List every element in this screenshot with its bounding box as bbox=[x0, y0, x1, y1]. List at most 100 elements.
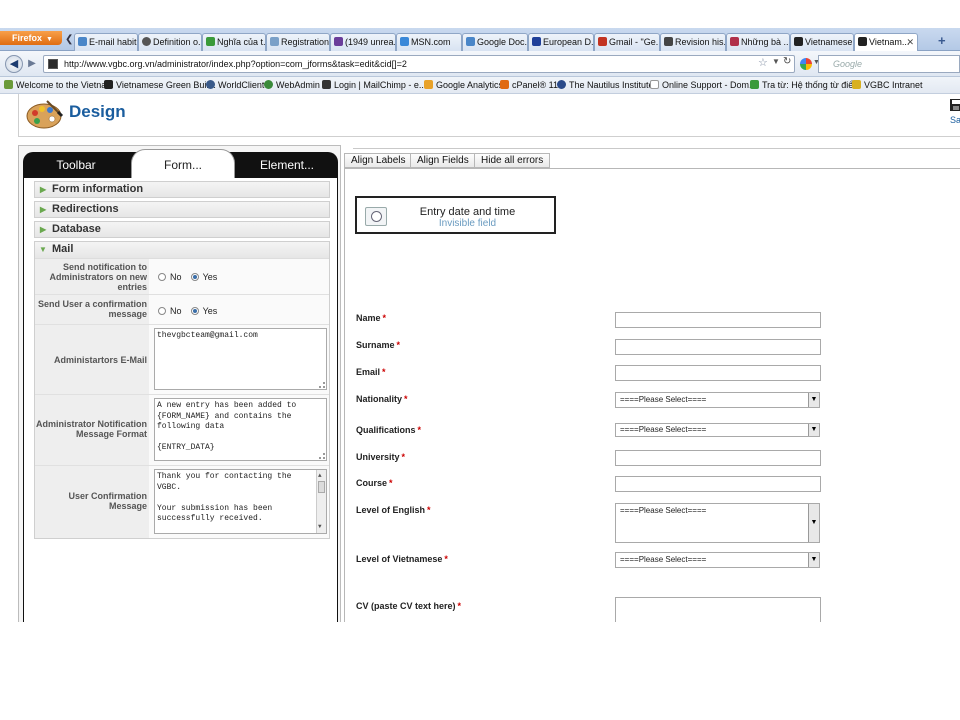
chevron-down-icon[interactable]: ▼ bbox=[808, 424, 819, 436]
cv-textarea[interactable] bbox=[615, 597, 821, 622]
chevron-down-icon[interactable]: ▼ bbox=[808, 553, 819, 567]
textarea-scrollbar[interactable]: ▲ ▼ bbox=[316, 470, 326, 533]
user-confirmation-textarea[interactable]: Thank you for contacting the VGBC. Your … bbox=[154, 469, 327, 534]
level-vietnamese-select[interactable]: ====Please Select==== ▼ bbox=[615, 552, 820, 568]
bookmark-item[interactable]: WorldClient bbox=[206, 79, 264, 91]
required-marker: * bbox=[389, 478, 393, 488]
bookmark-item[interactable]: The Nautilus Institute bbox=[557, 79, 654, 91]
navigation-toolbar: ◀ ▶ http://www.vgbc.org.vn/administrator… bbox=[0, 51, 960, 77]
chevron-down-icon[interactable]: ▼ bbox=[772, 57, 780, 66]
new-tab-icon[interactable]: + bbox=[938, 33, 946, 48]
save-icon[interactable] bbox=[949, 98, 960, 112]
browser-tab-active[interactable]: Vietnam... ✕ bbox=[854, 33, 918, 52]
bookmark-item[interactable]: cPanel® 11 bbox=[500, 79, 558, 91]
tab-toolbar[interactable]: Toolbar bbox=[23, 152, 129, 178]
surname-input[interactable] bbox=[615, 339, 821, 355]
button-label: Align Fields bbox=[417, 155, 469, 166]
accordion-redirections[interactable]: ▶ Redirections bbox=[34, 201, 330, 218]
bookmark-item[interactable]: Login | MailChimp - e... bbox=[322, 79, 426, 91]
site-identity-icon[interactable] bbox=[48, 59, 58, 69]
name-input[interactable] bbox=[615, 312, 821, 328]
tab-scroll-left-icon[interactable]: ❮ bbox=[65, 34, 73, 45]
admin-email-textarea[interactable]: thevgbcteam@gmail.com bbox=[154, 328, 327, 390]
field-label-text: Email bbox=[356, 367, 381, 377]
align-fields-button[interactable]: Align Fields bbox=[410, 153, 476, 168]
bookmark-favicon-icon bbox=[750, 80, 759, 89]
browser-tab[interactable]: Revision his... bbox=[660, 33, 726, 51]
qualifications-select[interactable]: ====Please Select==== ▼ bbox=[615, 423, 820, 437]
browser-tab[interactable]: E-mail habit... bbox=[74, 33, 138, 51]
bookmark-item[interactable]: Welcome to the Vietna... bbox=[4, 79, 114, 91]
chevron-down-icon[interactable]: ▼ bbox=[808, 393, 819, 407]
browser-tab[interactable]: Google Doc... bbox=[462, 33, 528, 51]
browser-tab[interactable]: Nghĩa của t... bbox=[202, 33, 266, 51]
form-preview-canvas: Entry date and time Invisible field Name… bbox=[344, 168, 960, 622]
email-input[interactable] bbox=[615, 365, 821, 381]
accordion-mail[interactable]: ▼ Mail bbox=[35, 242, 329, 259]
close-tab-icon[interactable]: ✕ bbox=[906, 34, 914, 50]
save-button-label[interactable]: Sa bbox=[950, 115, 960, 125]
level-english-select[interactable]: ====Please Select==== ▼ bbox=[615, 503, 820, 543]
form-properties-panel: Toolbar Form... Element... ▶ Form informa… bbox=[18, 145, 341, 622]
browser-tab[interactable]: Definition o... bbox=[138, 33, 202, 51]
bookmark-item[interactable]: Tra từ: Hệ thống từ điể... bbox=[750, 79, 861, 91]
nationality-select[interactable]: ====Please Select==== ▼ bbox=[615, 392, 820, 408]
bookmark-item[interactable]: Vietnamese Green Buil... bbox=[104, 79, 216, 91]
bookmark-item[interactable]: WebAdmin bbox=[264, 79, 320, 91]
resize-grip-icon[interactable] bbox=[319, 453, 325, 459]
divider bbox=[353, 148, 960, 149]
browser-tab[interactable]: Registration bbox=[266, 33, 330, 51]
scroll-up-icon[interactable]: ▲ bbox=[318, 471, 322, 482]
bookmark-star-icon[interactable]: ☆ bbox=[758, 56, 768, 69]
tab-element[interactable]: Element... bbox=[237, 152, 337, 178]
university-input[interactable] bbox=[615, 450, 821, 466]
reload-icon[interactable]: ↻ bbox=[783, 56, 791, 67]
entry-date-field-element[interactable]: Entry date and time Invisible field bbox=[355, 196, 556, 234]
field-label-text: Level of English bbox=[356, 505, 426, 515]
tab-label: European D... bbox=[543, 37, 594, 47]
bookmark-favicon-icon bbox=[322, 80, 331, 89]
browser-tab[interactable]: Gmail - "Ge... bbox=[594, 33, 660, 51]
align-labels-button[interactable]: Align Labels bbox=[344, 153, 413, 168]
firefox-menu-button[interactable]: Firefox ▼ bbox=[0, 31, 62, 45]
chevron-down-icon[interactable]: ▼ bbox=[808, 504, 819, 542]
bookmark-item[interactable]: VGBC Intranet bbox=[852, 79, 923, 91]
bookmark-item[interactable]: Google Analytics bbox=[424, 79, 503, 91]
browser-tab[interactable]: Vietnamese ... bbox=[790, 33, 854, 51]
tab-form[interactable]: Form... bbox=[131, 149, 235, 178]
button-label: Align Labels bbox=[351, 155, 406, 166]
browser-tab[interactable]: European D... bbox=[528, 33, 594, 51]
bookmark-label: Tra từ: Hệ thống từ điể... bbox=[762, 80, 861, 90]
send-confirmation-label: Send User a confirmation message bbox=[35, 295, 149, 324]
notification-yes-radio[interactable] bbox=[190, 273, 199, 281]
browser-tab[interactable]: Những bà ... bbox=[726, 33, 790, 51]
browser-tab[interactable]: (1949 unrea... bbox=[330, 33, 396, 51]
tab-label: E-mail habit... bbox=[89, 37, 137, 47]
tab-favicon-icon bbox=[466, 37, 475, 46]
google-search-engine-icon[interactable] bbox=[800, 58, 812, 70]
address-bar[interactable]: http://www.vgbc.org.vn/administrator/ind… bbox=[43, 55, 795, 73]
accordion-database[interactable]: ▶ Database bbox=[34, 221, 330, 238]
admin-notification-textarea[interactable]: A new entry has been added to {FORM_NAME… bbox=[154, 398, 327, 461]
browser-tab[interactable]: MSN.com bbox=[396, 33, 462, 51]
bookmark-item[interactable]: Online Support - Dom... bbox=[650, 79, 757, 91]
bookmark-favicon-icon bbox=[264, 80, 273, 89]
course-input[interactable] bbox=[615, 476, 821, 492]
confirmation-yes-radio[interactable] bbox=[190, 307, 199, 315]
bookmark-label: VGBC Intranet bbox=[864, 80, 923, 90]
search-input[interactable]: Google bbox=[818, 55, 960, 73]
resize-grip-icon[interactable] bbox=[319, 382, 325, 388]
chevron-right-icon: ▶ bbox=[40, 185, 47, 194]
scroll-thumb[interactable] bbox=[318, 481, 325, 493]
confirmation-no-radio[interactable] bbox=[158, 307, 166, 315]
chevron-down-icon: ▼ bbox=[39, 245, 47, 254]
notification-no-radio[interactable] bbox=[158, 273, 166, 281]
accordion-form-information[interactable]: ▶ Form information bbox=[34, 181, 330, 198]
select-value: ====Please Select==== bbox=[620, 395, 707, 404]
required-marker: * bbox=[382, 367, 386, 377]
forward-arrow-icon[interactable]: ▶ bbox=[25, 57, 39, 71]
scroll-down-icon[interactable]: ▼ bbox=[318, 522, 322, 533]
hide-errors-button[interactable]: Hide all errors bbox=[474, 153, 551, 168]
back-arrow-icon[interactable]: ◀ bbox=[5, 55, 23, 73]
tab-label: Registration bbox=[281, 37, 330, 47]
